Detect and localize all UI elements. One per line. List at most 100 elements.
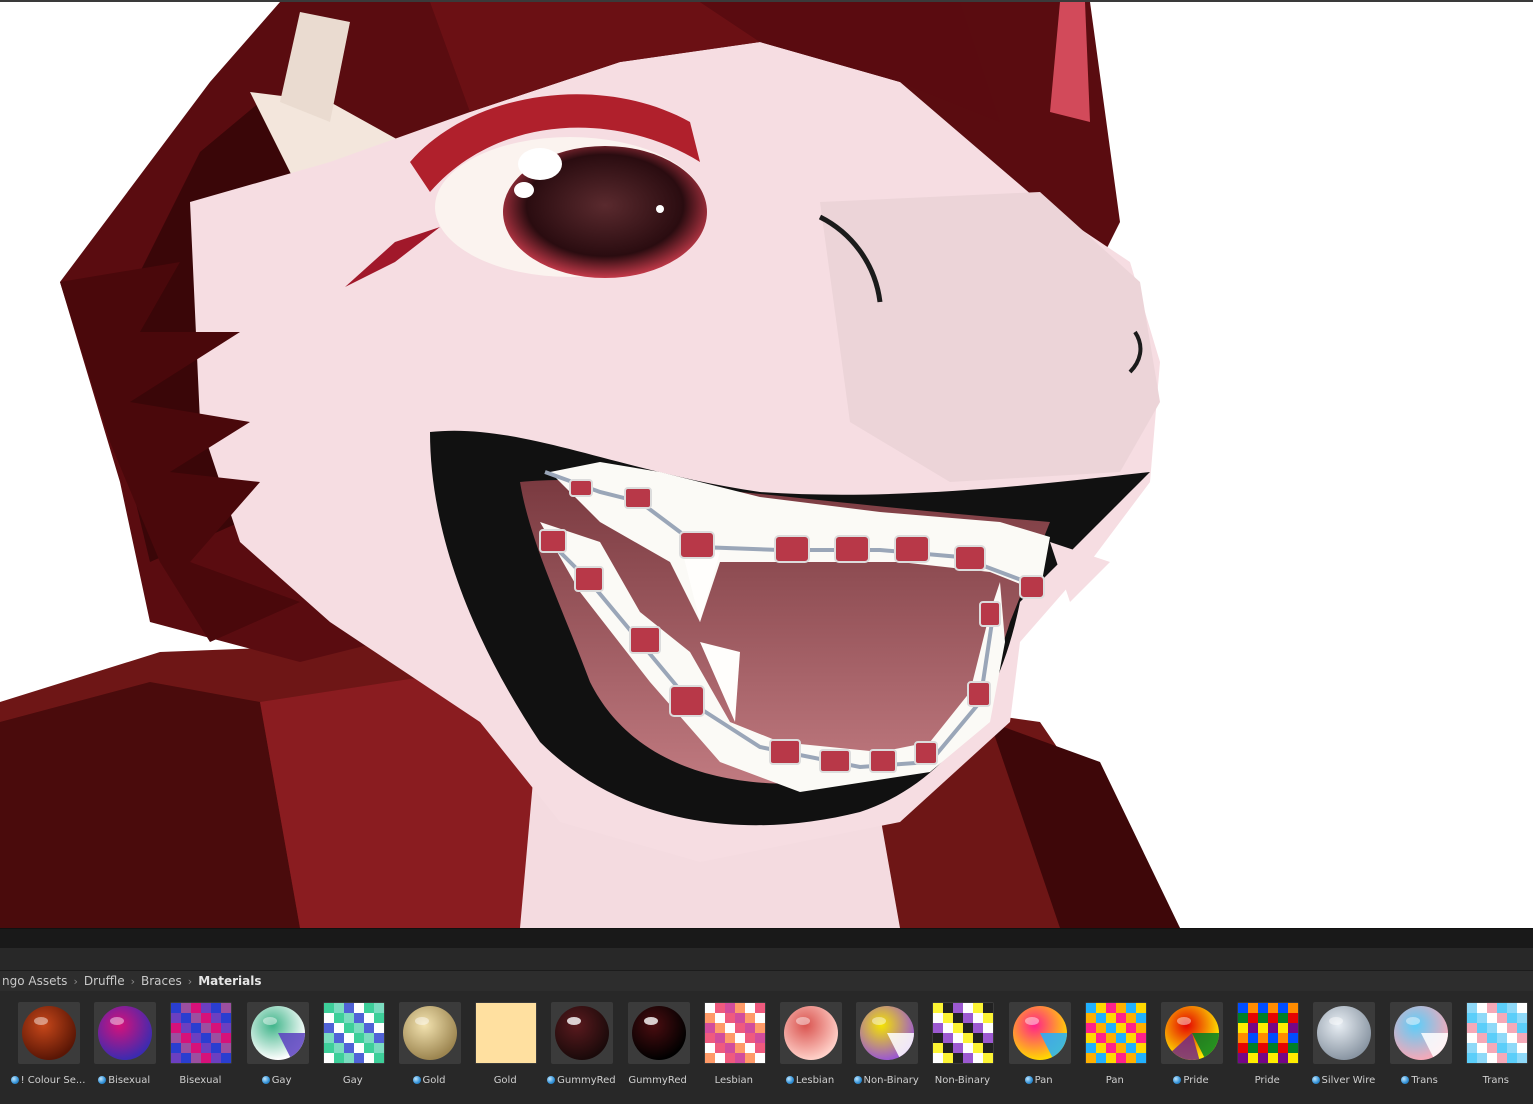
material-label: Pride xyxy=(1153,1075,1229,1086)
chevron-right-icon: › xyxy=(187,974,193,988)
material-asset[interactable]: Pan xyxy=(1001,1002,1077,1092)
material-asset[interactable]: Lesbian xyxy=(772,1002,848,1092)
material-asset[interactable]: Non-Binary xyxy=(924,1002,1000,1092)
breadcrumb: ngo Assets › Druffle › Braces › Material… xyxy=(0,971,1533,991)
material-name: Silver Wire xyxy=(1321,1075,1376,1086)
material-name: Gay xyxy=(342,1075,363,1086)
breadcrumb-item[interactable]: Braces xyxy=(139,974,184,988)
material-label: Trans xyxy=(1382,1075,1458,1086)
material-asset[interactable]: Pride xyxy=(1153,1002,1229,1092)
material-thumbnail xyxy=(18,1002,80,1064)
material-thumbnail xyxy=(932,1002,995,1064)
material-name: Pan xyxy=(1105,1075,1124,1086)
material-label: Pride xyxy=(1229,1075,1305,1086)
prefab-icon xyxy=(1311,1076,1320,1084)
prefab-icon xyxy=(261,1076,270,1084)
prefab-icon xyxy=(1401,1076,1410,1084)
material-thumbnail xyxy=(94,1002,157,1064)
chevron-right-icon: › xyxy=(130,974,136,988)
material-name: GummyRed xyxy=(628,1075,687,1086)
material-name: Bisexual xyxy=(179,1075,222,1086)
material-name: Lesbian xyxy=(714,1075,753,1086)
material-asset[interactable]: Silver Wire xyxy=(1305,1002,1381,1092)
material-label: Non-Binary xyxy=(848,1075,924,1086)
material-label: Lesbian xyxy=(696,1075,772,1086)
material-thumbnail xyxy=(1008,1002,1071,1064)
project-panel: ngo Assets › Druffle › Braces › Material… xyxy=(0,928,1533,1104)
material-thumbnail xyxy=(856,1002,919,1064)
material-label: Lesbian xyxy=(772,1075,848,1086)
material-label: Pan xyxy=(1077,1075,1153,1086)
material-label: Gay xyxy=(315,1075,391,1086)
material-name: Non-Binary xyxy=(934,1075,991,1086)
prefab-icon xyxy=(1173,1076,1182,1084)
scene-viewport[interactable] xyxy=(0,2,1533,928)
material-thumbnail xyxy=(475,1002,538,1064)
material-name: Pride xyxy=(1254,1075,1280,1086)
material-thumbnail xyxy=(1084,1002,1147,1064)
material-asset[interactable]: Gold xyxy=(391,1002,467,1092)
breadcrumb-current[interactable]: Materials xyxy=(196,974,263,988)
prefab-icon xyxy=(547,1076,556,1084)
material-label: Non-Binary xyxy=(924,1075,1000,1086)
material-name: Pan xyxy=(1034,1075,1053,1086)
material-asset[interactable]: Gold xyxy=(467,1002,543,1092)
material-name: Bisexual xyxy=(108,1075,151,1086)
material-name: Gold xyxy=(493,1075,517,1086)
material-label: GummyRed xyxy=(620,1075,696,1086)
avatar-render xyxy=(0,2,1180,928)
material-thumbnail xyxy=(1389,1002,1452,1064)
asset-grid: ! Colour Se... Bisexual Bisexual Gay Gay Gold… xyxy=(0,994,1533,1104)
breadcrumb-item[interactable]: ngo Assets xyxy=(0,974,69,988)
material-label: Pan xyxy=(1001,1075,1077,1086)
material-asset[interactable]: Pride xyxy=(1229,1002,1305,1092)
panel-toolbar xyxy=(0,948,1533,971)
prefab-icon xyxy=(1024,1076,1033,1084)
material-asset[interactable]: Gay xyxy=(315,1002,391,1092)
material-thumbnail xyxy=(399,1002,461,1064)
material-label: ! Colour Se... xyxy=(10,1075,86,1086)
material-thumbnail xyxy=(551,1002,614,1064)
material-thumbnail xyxy=(627,1002,690,1064)
prefab-icon xyxy=(412,1076,421,1084)
material-thumbnail xyxy=(1313,1002,1376,1064)
material-label: Silver Wire xyxy=(1305,1075,1381,1086)
material-asset[interactable]: Lesbian xyxy=(696,1002,772,1092)
panel-header xyxy=(0,928,1533,949)
breadcrumb-item[interactable]: Druffle xyxy=(82,974,127,988)
prefab-icon xyxy=(98,1076,107,1084)
material-thumbnail xyxy=(246,1002,309,1064)
chevron-right-icon: › xyxy=(73,974,78,988)
material-label: Bisexual xyxy=(162,1075,238,1086)
material-name: ! Colour Se... xyxy=(20,1075,86,1086)
material-thumbnail xyxy=(1465,1002,1528,1064)
material-name: Non-Binary xyxy=(863,1075,919,1086)
prefab-icon xyxy=(10,1076,19,1084)
material-asset[interactable]: Bisexual xyxy=(86,1002,162,1092)
material-asset[interactable]: Non-Binary xyxy=(848,1002,924,1092)
material-label: Gay xyxy=(239,1075,315,1086)
material-asset[interactable]: GummyRed xyxy=(620,1002,696,1092)
material-thumbnail xyxy=(780,1002,842,1064)
prefab-icon xyxy=(853,1076,862,1084)
material-name: Trans xyxy=(1482,1075,1510,1086)
material-asset[interactable]: Trans xyxy=(1382,1002,1458,1092)
material-thumbnail xyxy=(1161,1002,1223,1064)
material-asset[interactable]: Trans xyxy=(1458,1002,1533,1092)
material-asset[interactable]: ! Colour Se... xyxy=(10,1002,86,1092)
material-asset[interactable]: Bisexual xyxy=(162,1002,238,1092)
material-label: GummyRed xyxy=(543,1075,619,1086)
material-asset[interactable]: Pan xyxy=(1077,1002,1153,1092)
material-name: Lesbian xyxy=(795,1075,835,1086)
prefab-icon xyxy=(785,1076,794,1084)
material-name: Trans xyxy=(1411,1075,1438,1086)
material-name: Pride xyxy=(1183,1075,1209,1086)
material-label: Gold xyxy=(467,1075,543,1086)
material-asset[interactable]: Gay xyxy=(239,1002,315,1092)
material-thumbnail xyxy=(1237,1002,1300,1064)
material-name: Gold xyxy=(422,1075,446,1086)
material-asset[interactable]: GummyRed xyxy=(543,1002,619,1092)
material-label: Gold xyxy=(391,1075,467,1086)
material-name: GummyRed xyxy=(557,1075,616,1086)
material-thumbnail xyxy=(703,1002,766,1064)
